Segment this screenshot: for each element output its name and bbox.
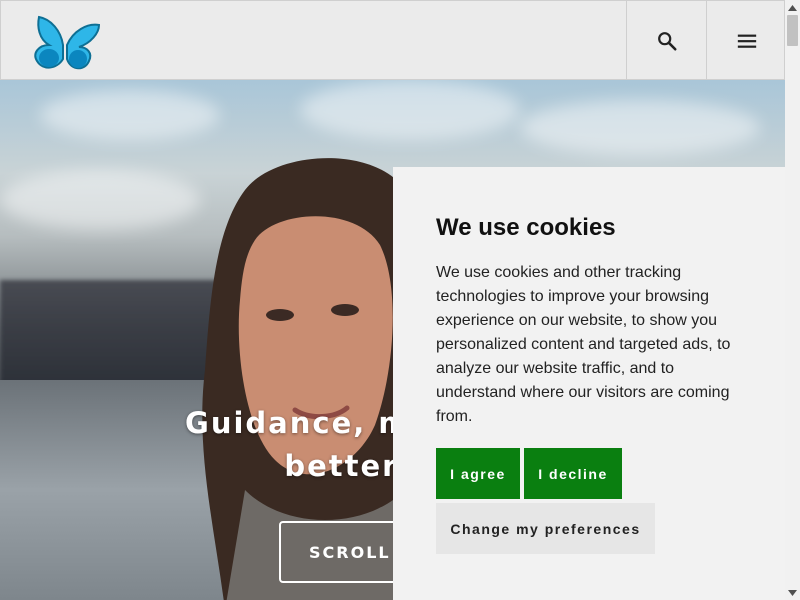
butterfly-logo-icon[interactable]: [29, 9, 103, 73]
search-icon: [657, 31, 677, 51]
scroll-down-arrow-icon[interactable]: [785, 585, 800, 600]
scrollbar-thumb[interactable]: [787, 15, 798, 46]
agree-button[interactable]: I agree: [436, 448, 520, 499]
decline-button[interactable]: I decline: [524, 448, 622, 499]
change-preferences-button[interactable]: Change my preferences: [436, 503, 655, 554]
cookie-consent-dialog: We use cookies We use cookies and other …: [393, 167, 785, 600]
hamburger-menu-icon: [737, 34, 756, 48]
cookie-dialog-body: We use cookies and other tracking techno…: [436, 264, 731, 425]
menu-button[interactable]: [706, 1, 786, 80]
cookie-button-row: I agree I decline: [436, 448, 742, 499]
search-button[interactable]: [626, 1, 706, 80]
cookie-dialog-title: We use cookies: [436, 214, 616, 241]
site-header: [0, 0, 785, 80]
scroll-up-arrow-icon[interactable]: [785, 0, 800, 15]
page-scrollbar[interactable]: [785, 0, 800, 600]
